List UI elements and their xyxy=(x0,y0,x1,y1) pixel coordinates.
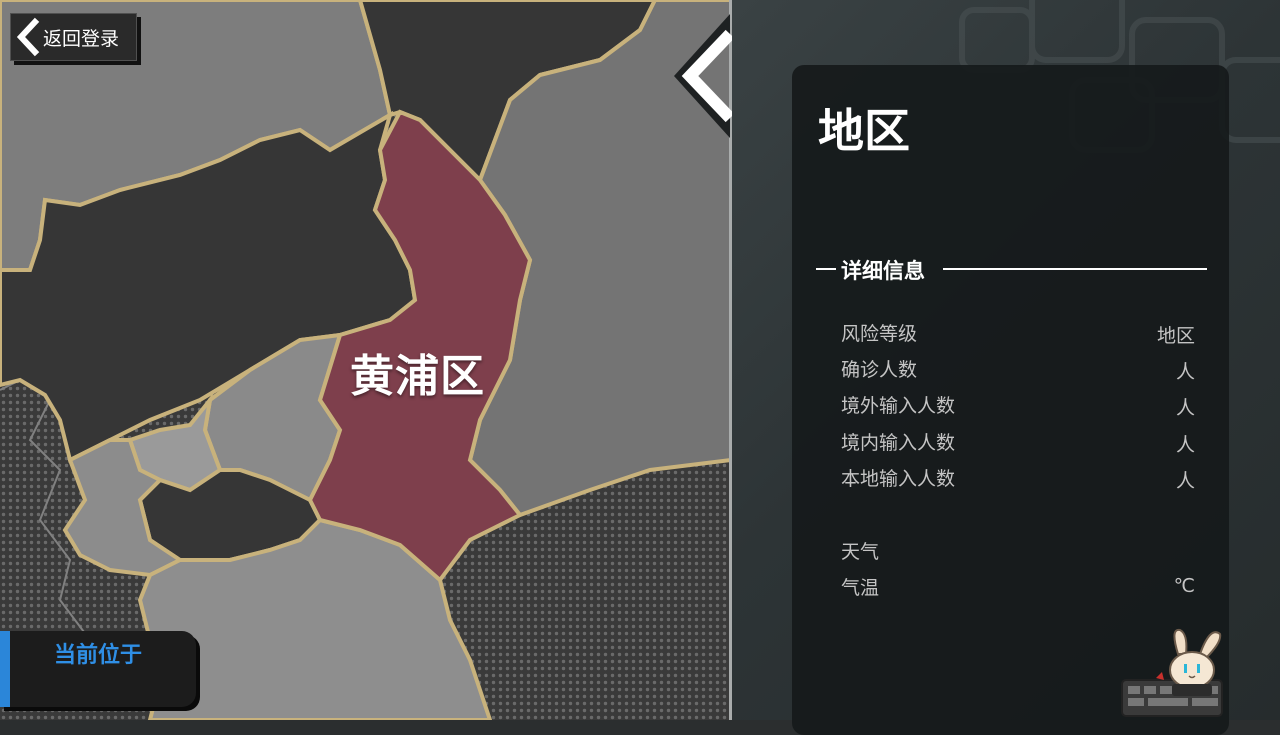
row-label: 境外输入人数 xyxy=(841,395,956,417)
back-to-login-button[interactable]: 返回登录 xyxy=(10,13,137,61)
row-temperature: 气温 ℃ xyxy=(841,573,1201,601)
collapse-panel-button[interactable] xyxy=(672,14,735,138)
section-title: 详细信息 xyxy=(841,259,925,283)
selected-district-label: 黄浦区 xyxy=(350,351,485,402)
row-label: 天气 xyxy=(841,541,880,563)
row-value: ℃ xyxy=(1173,575,1195,597)
row-value: 人 xyxy=(1175,434,1195,456)
row-label: 气温 xyxy=(841,577,880,599)
section-line-left xyxy=(816,268,836,270)
row-label: 境内输入人数 xyxy=(841,432,956,454)
chevron-left-icon xyxy=(674,14,735,138)
row-risk-level: 风险等级 地区 xyxy=(841,319,1201,347)
bunny-mascot-icon xyxy=(1121,628,1223,717)
row-imported-domestic: 境内输入人数 人 xyxy=(841,428,1201,456)
row-imported-overseas: 境外输入人数 人 xyxy=(841,391,1201,419)
row-value: 人 xyxy=(1175,361,1195,383)
current-location-label: 当前位于 xyxy=(54,643,143,668)
section-line-right xyxy=(943,268,1207,270)
current-location-box: 当前位于 xyxy=(0,631,196,707)
row-value: 人 xyxy=(1175,397,1195,419)
row-local: 本地输入人数 人 xyxy=(841,464,1201,492)
map-view[interactable]: 黄浦区 xyxy=(0,0,731,720)
row-value: 人 xyxy=(1175,470,1195,492)
chevron-left-icon xyxy=(16,17,40,57)
row-confirmed: 确诊人数 人 xyxy=(841,355,1201,383)
row-weather: 天气 xyxy=(841,537,1201,565)
row-value: 地区 xyxy=(1156,325,1195,347)
detail-section-header: 详细信息 xyxy=(816,255,1207,285)
row-label: 风险等级 xyxy=(841,323,918,345)
location-accent-bar xyxy=(0,631,10,707)
row-label: 本地输入人数 xyxy=(841,468,956,490)
panel-title: 地区 xyxy=(818,104,910,158)
row-label: 确诊人数 xyxy=(841,359,918,381)
back-button-label: 返回登录 xyxy=(43,27,120,50)
